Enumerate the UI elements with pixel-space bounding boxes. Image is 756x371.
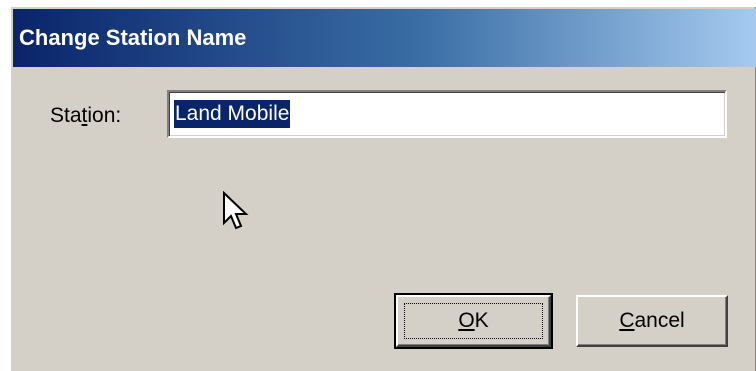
title-bar[interactable]: Change Station Name	[13, 9, 756, 67]
station-input-value[interactable]: Land Mobile	[174, 100, 291, 128]
ok-button[interactable]: OK	[394, 293, 553, 349]
cancel-button-mnemonic: C	[619, 309, 635, 332]
focus-ring	[404, 303, 543, 339]
cancel-button-label: Cancel	[619, 309, 684, 333]
dialog-title: Change Station Name	[19, 25, 247, 50]
mouse-pointer-icon	[223, 191, 249, 230]
cancel-button[interactable]: Cancel	[576, 295, 728, 347]
screen: Change Station Name Station: Land Mobile…	[0, 0, 756, 371]
station-label-prefix: Sta	[50, 104, 82, 127]
station-input[interactable]: Land Mobile	[167, 90, 727, 138]
station-label: Station:	[50, 104, 121, 128]
change-station-name-dialog: Change Station Name Station: Land Mobile…	[10, 6, 756, 371]
cancel-button-label-rest: ancel	[634, 309, 685, 332]
station-label-suffix: ion:	[87, 104, 122, 127]
